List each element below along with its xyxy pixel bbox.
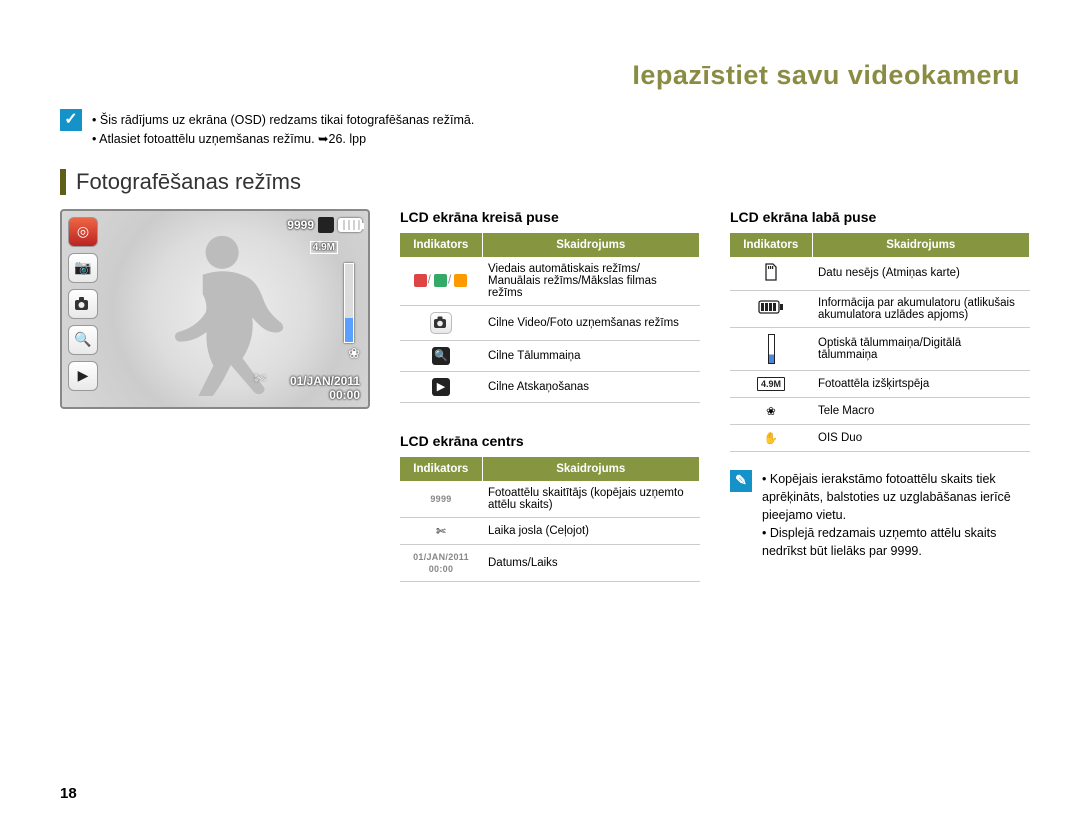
counter-icon: 9999 (430, 494, 451, 504)
th-indicator: Indikators (730, 233, 812, 257)
row-desc: Viedais automātiskais režīms/ Manuālais … (482, 257, 700, 306)
table-row: Optiskā tālummaiņa/Digitālā tālummaiņa (730, 327, 1030, 370)
table-row: Cilne Video/Foto uzņemšanas režīms (400, 305, 700, 340)
table-row: 01/JAN/2011 00:00 Datums/Laiks (400, 544, 700, 581)
camera-tab-icon (430, 312, 452, 334)
zoom-bar-icon (768, 334, 775, 364)
row-desc: Cilne Atskaņošanas (482, 371, 700, 402)
intro-line-2: Atlasiet fotoattēlu uzņemšanas režīmu. ➥… (99, 132, 366, 146)
sd-card-icon (763, 263, 779, 281)
resolution-icon: 4.9M (757, 377, 785, 391)
zoom-bar (344, 263, 354, 343)
th-description: Skaidrojums (482, 233, 700, 257)
table-row: 9999 Fotoattēlu skaitītājs (kopējais uzņ… (400, 481, 700, 518)
page-title: Iepazīstiet savu videokameru (60, 60, 1020, 91)
center-table-heading: LCD ekrāna centrs (400, 433, 700, 449)
lcd-resolution: 4.9M (310, 241, 338, 254)
mode-icon-orange (454, 274, 467, 287)
lcd-time: 00:00 (329, 388, 360, 402)
lcd-preview: ◎ 📷 🔍 ▶ 9999 4.9M ❀ ✄ 01/JAN/2011 (60, 209, 370, 409)
row-desc: Cilne Video/Foto uzņemšanas režīms (482, 305, 700, 340)
row-desc: Fotoattēla izšķirtspēja (812, 370, 1030, 397)
ois-duo-icon: ✋ (764, 433, 778, 445)
row-desc: Datu nesējs (Atmiņas karte) (812, 257, 1030, 291)
right-table: Indikators Skaidrojums Datu nesējs (Atmi… (730, 233, 1030, 452)
row-desc: Laika josla (Ceļojot) (482, 517, 700, 544)
tele-macro-icon: ❀ (766, 406, 776, 418)
th-description: Skaidrojums (812, 233, 1030, 257)
mode-smart-button[interactable]: ◎ (68, 217, 98, 247)
mode-icon-green (434, 274, 447, 287)
th-indicator: Indikators (400, 457, 482, 481)
photo-tab-button[interactable]: 📷 (68, 253, 98, 283)
table-row: 4.9M Fotoattēla izšķirtspēja (730, 370, 1030, 397)
scissors-icon: ✄ (254, 370, 266, 387)
right-table-heading: LCD ekrāna labā puse (730, 209, 1030, 225)
row-desc: Informācija par akumulatoru (atlikušais … (812, 290, 1030, 327)
lcd-counter: 9999 (287, 218, 314, 232)
silhouette-icon (152, 231, 302, 396)
table-row: ✄ Laika josla (Ceļojot) (400, 517, 700, 544)
check-icon: ✓ (60, 109, 82, 131)
row-desc: OIS Duo (812, 424, 1030, 451)
row-desc: Optiskā tālummaiņa/Digitālā tālummaiņa (812, 327, 1030, 370)
center-table: Indikators Skaidrojums 9999 Fotoattēlu s… (400, 457, 700, 582)
table-row: ▶ Cilne Atskaņošanas (400, 371, 700, 402)
th-indicator: Indikators (400, 233, 482, 257)
intro-bullets: • Šis rādījums uz ekrāna (OSD) redzams t… (92, 109, 474, 149)
note-line-2: Displejā redzamais uzņemto attēlu skaits… (762, 526, 996, 558)
note-line-1: Kopējais ierakstāmo fotoattēlu skaits ti… (762, 472, 1011, 522)
table-row: Informācija par akumulatoru (atlikušais … (730, 290, 1030, 327)
left-table-heading: LCD ekrāna kreisā puse (400, 209, 700, 225)
row-desc: Fotoattēlu skaitītājs (kopējais uzņemto … (482, 481, 700, 518)
table-row: Datu nesējs (Atmiņas karte) (730, 257, 1030, 291)
intro-line-1: Šis rādījums uz ekrāna (OSD) redzams tik… (100, 113, 474, 127)
mode-icon-red (414, 274, 427, 287)
battery-icon (338, 218, 362, 232)
battery-info-icon (758, 300, 784, 314)
datetime-icon: 01/JAN/2011 00:00 (413, 552, 469, 574)
note-content: • Kopējais ierakstāmo fotoattēlu skaits … (762, 470, 1030, 561)
table-row: ❀ Tele Macro (730, 397, 1030, 424)
th-description: Skaidrojums (482, 457, 700, 481)
page-number: 18 (60, 785, 77, 802)
playback-tab-icon: ▶ (432, 378, 450, 396)
note-icon: ✎ (730, 470, 752, 492)
playback-tab-button[interactable]: ▶ (68, 361, 98, 391)
row-desc: Cilne Tālummaiņa (482, 340, 700, 371)
macro-icon: ❀ (348, 345, 360, 362)
row-desc: Tele Macro (812, 397, 1030, 424)
lcd-date: 01/JAN/2011 (290, 374, 360, 388)
zoom-tab-icon: 🔍 (432, 347, 450, 365)
table-row: 🔍 Cilne Tālummaiņa (400, 340, 700, 371)
row-desc: Datums/Laiks (482, 544, 700, 581)
camera-tab-button[interactable] (68, 289, 98, 319)
section-title: Fotografēšanas režīms (60, 169, 1020, 195)
left-table: Indikators Skaidrojums / / Viedais autom… (400, 233, 700, 403)
table-row: ✋ OIS Duo (730, 424, 1030, 451)
timezone-icon: ✄ (436, 526, 446, 538)
table-row: / / Viedais automātiskais režīms/ Manuāl… (400, 257, 700, 306)
zoom-tab-button[interactable]: 🔍 (68, 325, 98, 355)
sd-icon (318, 217, 334, 233)
